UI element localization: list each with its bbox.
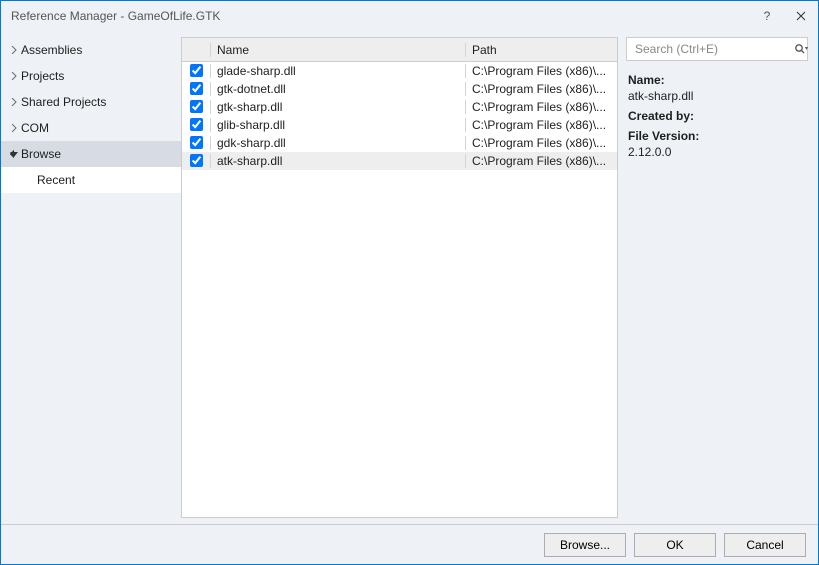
row-path: C:\Program Files (x86)\... [465, 118, 617, 132]
chevron-right-icon [7, 124, 21, 132]
sidebar-item-shared-projects[interactable]: Shared Projects [1, 89, 181, 115]
search-input[interactable] [635, 42, 790, 56]
details-name-value: atk-sharp.dll [628, 89, 808, 103]
sidebar-label: Assemblies [21, 43, 82, 57]
table-row[interactable]: glib-sharp.dll C:\Program Files (x86)\..… [182, 116, 617, 134]
row-path: C:\Program Files (x86)\... [465, 82, 617, 96]
footer: Browse... OK Cancel [1, 524, 818, 564]
titlebar: Reference Manager - GameOfLife.GTK ? [1, 1, 818, 31]
table-row[interactable]: gtk-sharp.dll C:\Program Files (x86)\... [182, 98, 617, 116]
row-name: gtk-sharp.dll [210, 100, 465, 114]
table-row[interactable]: atk-sharp.dll C:\Program Files (x86)\... [182, 152, 617, 170]
row-checkbox[interactable] [190, 136, 203, 149]
table-row[interactable]: gdk-sharp.dll C:\Program Files (x86)\... [182, 134, 617, 152]
row-checkbox[interactable] [190, 82, 203, 95]
close-button[interactable] [784, 1, 818, 31]
details-version-value: 2.12.0.0 [628, 145, 808, 159]
row-path: C:\Program Files (x86)\... [465, 154, 617, 168]
search-icon[interactable] [790, 43, 808, 55]
details-name-label: Name: [628, 73, 808, 87]
column-header-path[interactable]: Path [465, 43, 617, 57]
row-path: C:\Program Files (x86)\... [465, 64, 617, 78]
chevron-down-icon [7, 150, 21, 158]
sidebar-label: Projects [21, 69, 64, 83]
cancel-button[interactable]: Cancel [724, 533, 806, 557]
reference-grid: Name Path glade-sharp.dll C:\Program Fil… [181, 37, 618, 518]
chevron-right-icon [7, 72, 21, 80]
details-panel: Name: atk-sharp.dll Created by: File Ver… [626, 71, 808, 165]
row-name: glib-sharp.dll [210, 118, 465, 132]
row-name: gtk-dotnet.dll [210, 82, 465, 96]
column-header-name[interactable]: Name [210, 43, 465, 57]
sidebar: Assemblies Projects Shared Projects COM … [1, 31, 181, 524]
right-pane: Name: atk-sharp.dll Created by: File Ver… [618, 31, 818, 524]
sidebar-label: COM [21, 121, 49, 135]
search-box[interactable] [626, 37, 808, 61]
sidebar-item-browse[interactable]: Browse [1, 141, 181, 167]
row-checkbox[interactable] [190, 64, 203, 77]
details-createdby-label: Created by: [628, 109, 808, 123]
table-row[interactable]: glade-sharp.dll C:\Program Files (x86)\.… [182, 62, 617, 80]
row-name: glade-sharp.dll [210, 64, 465, 78]
row-name: gdk-sharp.dll [210, 136, 465, 150]
close-icon [796, 11, 806, 21]
sidebar-item-projects[interactable]: Projects [1, 63, 181, 89]
row-checkbox[interactable] [190, 154, 203, 167]
chevron-right-icon [7, 98, 21, 106]
row-path: C:\Program Files (x86)\... [465, 136, 617, 150]
sidebar-label: Browse [21, 147, 61, 161]
main-area: Assemblies Projects Shared Projects COM … [1, 31, 818, 524]
grid-header: Name Path [182, 38, 617, 62]
browse-button[interactable]: Browse... [544, 533, 626, 557]
help-button[interactable]: ? [750, 1, 784, 31]
row-checkbox[interactable] [190, 100, 203, 113]
details-version-label: File Version: [628, 129, 808, 143]
sidebar-item-assemblies[interactable]: Assemblies [1, 37, 181, 63]
window-title: Reference Manager - GameOfLife.GTK [11, 9, 750, 23]
chevron-right-icon [7, 46, 21, 54]
row-name: atk-sharp.dll [210, 154, 465, 168]
grid-body: glade-sharp.dll C:\Program Files (x86)\.… [182, 62, 617, 517]
sidebar-sub-recent[interactable]: Recent [1, 167, 181, 193]
sidebar-item-com[interactable]: COM [1, 115, 181, 141]
table-row[interactable]: gtk-dotnet.dll C:\Program Files (x86)\..… [182, 80, 617, 98]
sidebar-sub-label: Recent [37, 173, 75, 187]
ok-button[interactable]: OK [634, 533, 716, 557]
row-checkbox[interactable] [190, 118, 203, 131]
row-path: C:\Program Files (x86)\... [465, 100, 617, 114]
sidebar-label: Shared Projects [21, 95, 106, 109]
